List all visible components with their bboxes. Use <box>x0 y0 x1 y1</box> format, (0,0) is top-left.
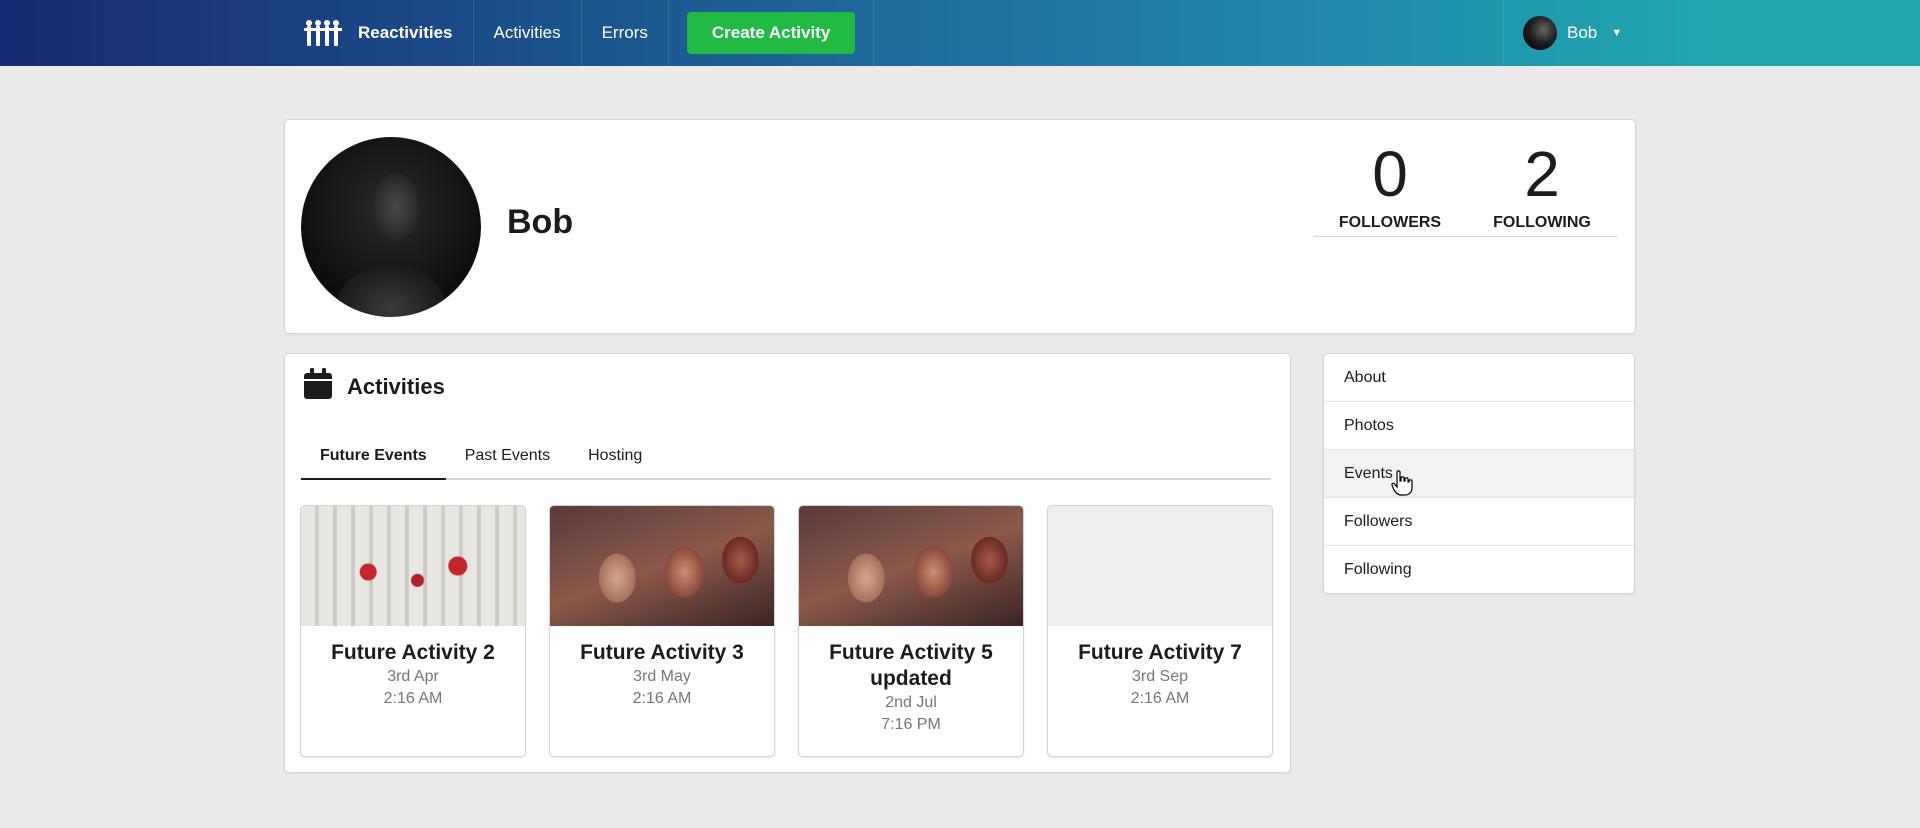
followers-stat: 0 FOLLOWERS <box>1314 138 1466 236</box>
profile-name: Bob <box>507 203 574 241</box>
user-menu[interactable]: Bob ▼ <box>1503 0 1920 66</box>
logo-icon <box>304 18 344 48</box>
create-activity-wrap: Create Activity <box>669 0 875 66</box>
nav-errors[interactable]: Errors <box>582 0 669 66</box>
user-name: Bob <box>1567 23 1598 42</box>
activities-tabs: Future Events Past Events Hosting <box>301 440 1271 480</box>
event-date: 2nd Jul <box>885 694 937 711</box>
activities-panel: Activities Future Events Past Events Hos… <box>285 354 1290 772</box>
profile-header: Bob 0 FOLLOWERS 2 FOLLOWING <box>285 120 1635 333</box>
event-card[interactable]: Future Activity 3 3rd May 2:16 AM <box>550 506 774 756</box>
nav-links: Reactivities Activities Errors Create Ac… <box>286 0 875 66</box>
event-time: 2:16 AM <box>383 690 443 707</box>
following-stat: 2 FOLLOWING <box>1466 138 1618 236</box>
followers-label: FOLLOWERS <box>1338 214 1442 231</box>
create-activity-button[interactable]: Create Activity <box>686 12 856 54</box>
event-image <box>550 506 774 626</box>
calendar-icon <box>303 368 333 405</box>
menu-item-followers[interactable]: Followers <box>1324 498 1634 546</box>
event-grid: Future Activity 2 3rd Apr 2:16 AM Future… <box>301 506 1272 756</box>
tab-future-events[interactable]: Future Events <box>301 440 446 480</box>
brand-link[interactable]: Reactivities <box>286 0 474 66</box>
event-image <box>301 506 525 626</box>
event-card[interactable]: Future Activity 7 3rd Sep 2:16 AM <box>1048 506 1272 756</box>
menu-item-photos[interactable]: Photos <box>1324 402 1634 450</box>
event-date: 3rd Apr <box>387 668 439 685</box>
event-card[interactable]: Future Activity 5 updated 2nd Jul 7:16 P… <box>799 506 1023 756</box>
event-card[interactable]: Future Activity 2 3rd Apr 2:16 AM <box>301 506 525 756</box>
event-date: 3rd May <box>633 668 691 685</box>
profile-stats: 0 FOLLOWERS 2 FOLLOWING <box>1314 138 1618 237</box>
event-time: 2:16 AM <box>632 690 692 707</box>
event-title: Future Activity 7 <box>1078 641 1242 664</box>
followers-count: 0 <box>1372 138 1408 210</box>
activities-title: Activities <box>347 373 445 399</box>
event-title: Future Activity 2 <box>331 641 495 664</box>
following-count: 2 <box>1524 138 1560 210</box>
tab-hosting[interactable]: Hosting <box>569 440 661 478</box>
menu-item-about[interactable]: About <box>1324 354 1634 402</box>
event-image <box>1048 506 1272 626</box>
chevron-down-icon: ▼ <box>1611 27 1623 39</box>
tab-past-events[interactable]: Past Events <box>446 440 569 478</box>
nav-activities[interactable]: Activities <box>474 0 582 66</box>
menu-item-events[interactable]: Events <box>1324 450 1634 498</box>
following-label: FOLLOWING <box>1493 214 1591 231</box>
avatar <box>1523 16 1557 50</box>
event-image <box>799 506 1023 626</box>
hand-cursor-icon <box>1391 470 1413 501</box>
menu-item-following[interactable]: Following <box>1324 546 1634 593</box>
brand-name: Reactivities <box>358 23 453 42</box>
profile-image <box>301 137 481 317</box>
event-title: Future Activity 3 <box>580 641 744 664</box>
activities-header: Activities <box>303 368 445 405</box>
event-title: Future Activity 5 updated <box>829 641 993 690</box>
event-time: 7:16 PM <box>881 716 941 733</box>
event-time: 2:16 AM <box>1130 690 1190 707</box>
profile-side-menu: About Photos Events Followers Following <box>1324 354 1634 593</box>
event-date: 3rd Sep <box>1131 668 1189 685</box>
top-navbar: Reactivities Activities Errors Create Ac… <box>0 0 1920 66</box>
